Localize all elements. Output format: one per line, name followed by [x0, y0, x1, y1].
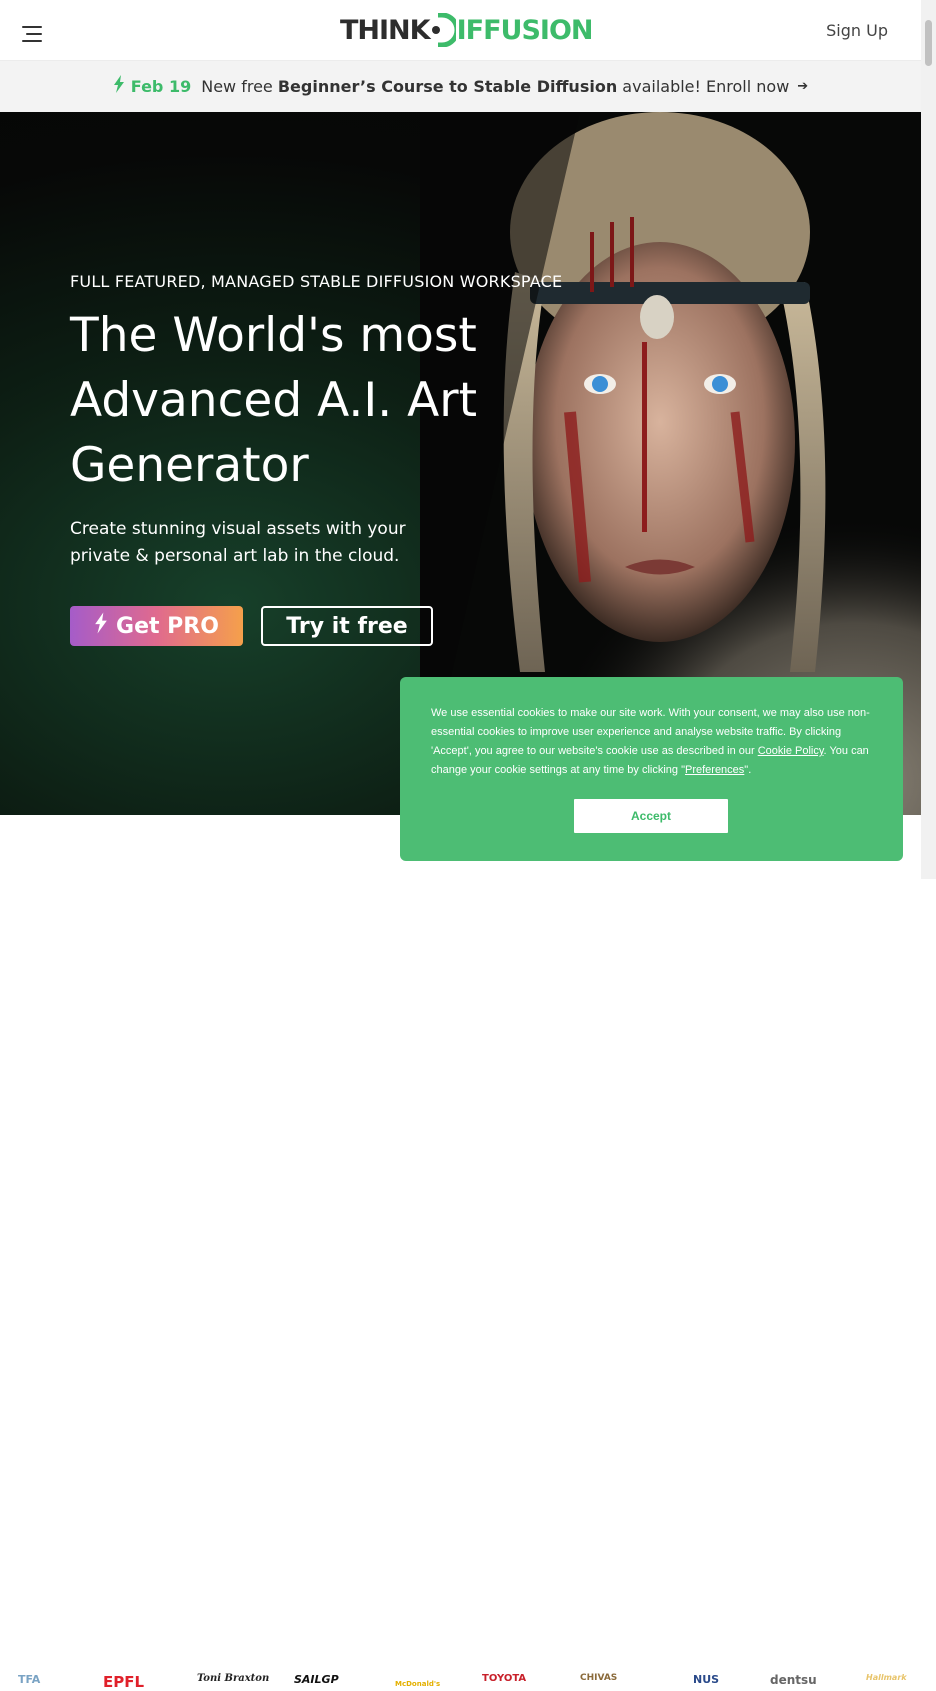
client-logo: NUS — [693, 1673, 720, 1686]
logo-d-mark-icon — [431, 12, 460, 48]
client-logo: CHIVAS — [580, 1673, 618, 1683]
announcement-date: Feb 19 — [130, 77, 192, 96]
get-pro-button[interactable]: Get PRO — [70, 606, 243, 646]
client-logo: SAILGP — [294, 1673, 339, 1686]
menu-line — [26, 33, 42, 35]
client-logo: McDonald's — [395, 1680, 441, 1688]
try-free-button[interactable]: Try it free — [261, 606, 433, 646]
cookie-consent-banner: We use essential cookies to make our sit… — [400, 677, 903, 861]
client-logo: TOYOTA — [482, 1673, 527, 1684]
cookie-text: We use essential cookies to make our sit… — [431, 704, 872, 780]
lightning-bolt-icon — [94, 612, 108, 640]
scrollbar-thumb[interactable] — [925, 20, 932, 66]
headline-line: The World's most — [70, 308, 477, 363]
thinkdiffusion-logo[interactable]: THINK IFFUSION — [340, 12, 593, 48]
logo-think-text: THINK — [340, 14, 431, 46]
client-logo: Hallmark — [866, 1673, 907, 1682]
menu-line — [22, 40, 42, 42]
cookie-policy-link[interactable]: Cookie Policy — [758, 745, 824, 757]
site-header: THINK IFFUSION Sign Up — [0, 0, 921, 61]
announcement-bar[interactable]: Feb 19 New free Beginner’s Course to Sta… — [0, 61, 921, 112]
hero-content: FULL FEATURED, MANAGED STABLE DIFFUSION … — [70, 272, 610, 646]
hero-buttons: Get PRO Try it free — [70, 606, 610, 646]
sign-up-link[interactable]: Sign Up — [826, 21, 888, 40]
lightning-bolt-icon — [113, 75, 125, 98]
cookie-text-part: ". — [744, 764, 752, 776]
hero-subhead: Create stunning visual assets with your … — [70, 519, 406, 566]
client-logo: TFA — [18, 1673, 41, 1686]
headline-line: Generator — [70, 438, 309, 493]
headline-line: Advanced A.I. Art — [70, 373, 478, 428]
hamburger-menu-icon[interactable] — [20, 22, 44, 46]
client-logo: dentsu — [770, 1673, 817, 1687]
accept-cookies-button[interactable]: Accept — [574, 799, 728, 833]
arrow-right-icon: ➔ — [797, 79, 809, 94]
announcement-suffix: available! Enroll now — [622, 77, 790, 96]
page-scrollbar[interactable] — [921, 0, 936, 879]
hero-eyebrow: FULL FEATURED, MANAGED STABLE DIFFUSION … — [70, 272, 563, 291]
menu-line — [22, 26, 42, 28]
announcement-course-title: Beginner’s Course to Stable Diffusion — [277, 77, 618, 96]
announcement-prefix: New free — [201, 77, 273, 96]
client-logo: EPFL — [103, 1673, 145, 1691]
hero-headline: The World's most Advanced A.I. Art Gener… — [70, 303, 610, 498]
get-pro-label: Get PRO — [116, 613, 219, 639]
logo-diffusion-text: IFFUSION — [456, 14, 594, 46]
preferences-link[interactable]: Preferences — [685, 764, 744, 776]
client-logo: Toni Braxton — [197, 1673, 270, 1684]
